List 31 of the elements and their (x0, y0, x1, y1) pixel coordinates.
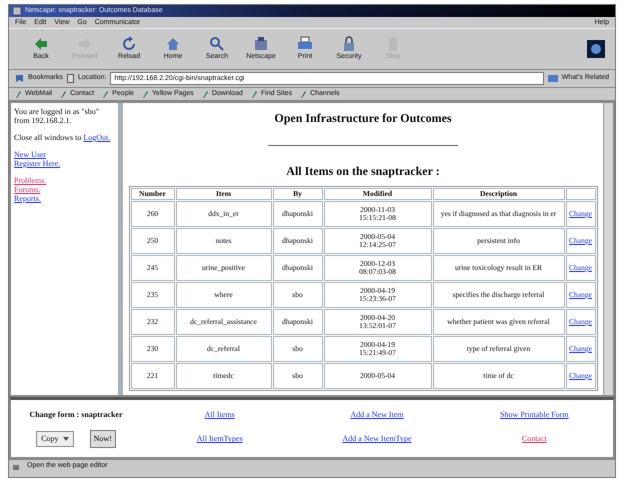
bottom-link[interactable]: Add a New ItemType (342, 433, 412, 446)
sidebar-link[interactable]: New User (14, 150, 46, 159)
bottom-link[interactable]: Add a New Item (350, 408, 404, 421)
now-button[interactable]: Now! (90, 430, 116, 448)
form-label: Change form : snaptracker (29, 408, 123, 421)
login-text: You are logged in as "sbo" from 192.168.2.1. (14, 107, 100, 125)
page-subtitle: All Items on the snaptracker : (285, 163, 441, 180)
search-icon (209, 36, 225, 52)
printer-icon (297, 36, 313, 52)
bottom-link[interactable]: All ItemTypes (196, 433, 243, 446)
dropdown-arrow-icon (62, 437, 69, 442)
logout-text: Close all windows to LogOut. (14, 133, 112, 142)
window-menu-icon (13, 7, 21, 15)
house-icon (165, 36, 181, 52)
select-field[interactable]: Copy (36, 431, 74, 448)
padlock-icon (341, 36, 357, 52)
page-title: Open Infrastructure for Outcomes (273, 110, 453, 127)
sidebar-link[interactable]: Problems. (14, 176, 46, 185)
sidebar-link[interactable]: Register Here. (14, 159, 60, 168)
sidebar-link[interactable]: Reports. (14, 194, 41, 203)
logout-link[interactable]: LogOut. (83, 133, 110, 142)
left-arrow-icon (33, 36, 49, 52)
bottom-link[interactable]: Contact (522, 433, 547, 446)
bottom-link[interactable]: All Items (204, 408, 235, 421)
reload-icon (121, 36, 137, 52)
scrollbar[interactable] (603, 103, 613, 395)
related-icon (548, 74, 558, 83)
sidebar-link[interactable]: Forums. (14, 185, 40, 194)
logo-icon (587, 40, 605, 58)
page-icon (67, 74, 74, 83)
bottom-link[interactable]: Show Printable Form (500, 408, 569, 421)
